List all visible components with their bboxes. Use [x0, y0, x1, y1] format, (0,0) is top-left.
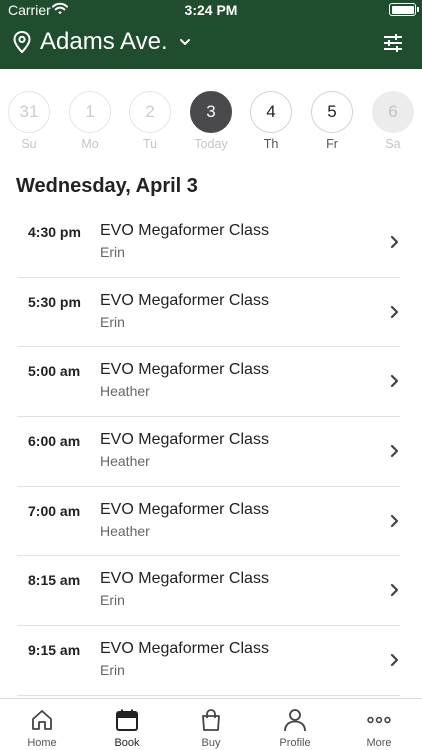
chevron-right-icon [390, 584, 399, 597]
chevron-right-icon [390, 235, 399, 249]
tab-label: Buy [201, 737, 221, 749]
class-name: EVO Megaformer Class [100, 570, 269, 588]
day-tuesday[interactable]: 2 Tu [128, 88, 172, 151]
class-name: EVO Megaformer Class [100, 291, 269, 309]
day-label: Sa [385, 137, 401, 151]
day-sunday[interactable]: 31 Su [7, 88, 51, 151]
date-heading: Wednesday, April 3 [16, 175, 198, 197]
day-monday[interactable]: 1 Mo [68, 88, 112, 151]
class-row[interactable]: 4:30 pm EVO Megaformer Class Erin [0, 208, 422, 278]
day-number: 3 [190, 91, 232, 133]
day-label: Th [263, 137, 279, 151]
calendar-icon [116, 709, 138, 731]
class-instructor: Erin [100, 592, 125, 609]
class-instructor: Erin [100, 244, 125, 260]
day-number: 4 [250, 91, 292, 133]
day-selector: 31 Su 1 Mo 2 Tu 3 Today 4 Th 5 Fr 6 Sa [0, 88, 422, 152]
location-selector[interactable]: Adams Ave. [12, 26, 192, 58]
tab-label: Home [27, 737, 57, 749]
chevron-right-icon [390, 514, 399, 527]
class-row[interactable]: 8:15 am EVO Megaformer Class Erin [0, 556, 422, 626]
class-row[interactable]: 5:30 pm EVO Megaformer Class Erin [0, 278, 422, 348]
class-time: 4:30 pm [28, 224, 81, 240]
home-icon [32, 710, 52, 730]
tab-bar: Home Book Buy Profile More [0, 698, 422, 750]
day-label: Today [194, 137, 228, 151]
location-name: Adams Ave. [40, 28, 168, 55]
tab-book[interactable]: Book [87, 699, 167, 750]
class-time: 5:00 am [28, 363, 81, 380]
tab-home[interactable]: Home [2, 699, 82, 750]
filter-icon[interactable] [382, 32, 404, 54]
class-row[interactable]: 6:00 am EVO Megaformer Class Heather [0, 417, 422, 487]
app-header: Carrier 3:24 PM Adams Ave. [0, 0, 422, 69]
shopping-bag-icon [202, 709, 220, 731]
day-label: Tu [142, 137, 158, 151]
tab-more[interactable]: More [339, 699, 419, 750]
class-row[interactable]: 7:00 am EVO Megaformer Class Heather [0, 487, 422, 557]
class-time: 7:00 am [28, 502, 81, 519]
class-time: 5:30 pm [28, 293, 81, 310]
more-icon [367, 716, 391, 724]
class-instructor: Heather [100, 453, 150, 470]
class-time: 9:15 am [28, 642, 81, 659]
class-name: EVO Megaformer Class [100, 640, 269, 658]
class-instructor: Erin [100, 662, 125, 679]
day-label: Mo [81, 137, 99, 151]
location-pin-icon [13, 30, 31, 54]
class-row[interactable]: 5:00 am EVO Megaformer Class Heather [0, 347, 422, 417]
day-thursday[interactable]: 4 Th [249, 88, 293, 151]
class-name: EVO Megaformer Class [100, 500, 269, 518]
day-friday[interactable]: 5 Fr [310, 88, 354, 151]
battery-icon [389, 3, 419, 16]
class-name: EVO Megaformer Class [100, 222, 269, 239]
chevron-right-icon [390, 375, 399, 388]
class-name: EVO Megaformer Class [100, 431, 269, 449]
profile-icon [284, 709, 306, 732]
day-today[interactable]: 3 Today [189, 88, 233, 151]
chevron-right-icon [390, 305, 399, 318]
tab-buy[interactable]: Buy [171, 699, 251, 750]
chevron-right-icon [390, 444, 399, 458]
tab-profile[interactable]: Profile [255, 699, 335, 750]
class-row[interactable]: 9:15 am EVO Megaformer Class Erin [0, 626, 422, 696]
day-number: 5 [311, 91, 353, 133]
class-time: 6:00 am [28, 433, 81, 450]
tab-label: Profile [279, 737, 311, 749]
class-instructor: Erin [100, 313, 125, 330]
tab-label: Book [114, 737, 140, 749]
chevron-right-icon [390, 654, 399, 667]
day-label: Fr [326, 137, 338, 151]
day-number: 6 [372, 91, 414, 133]
day-label: Su [21, 137, 37, 151]
day-saturday[interactable]: 6 Sa [371, 88, 415, 151]
class-time: 8:15 am [28, 572, 81, 589]
day-number: 2 [129, 91, 171, 133]
day-number: 1 [69, 91, 111, 133]
chevron-down-icon [179, 39, 190, 45]
class-instructor: Heather [100, 383, 150, 400]
status-bar: Carrier 3:24 PM [0, 0, 422, 20]
status-time: 3:24 PM [184, 2, 238, 18]
class-name: EVO Megaformer Class [100, 361, 269, 379]
class-list: 4:30 pm EVO Megaformer Class Erin 5:30 p… [0, 208, 422, 698]
class-instructor: Heather [100, 522, 150, 539]
tab-label: More [366, 737, 392, 749]
day-number: 31 [8, 91, 50, 133]
